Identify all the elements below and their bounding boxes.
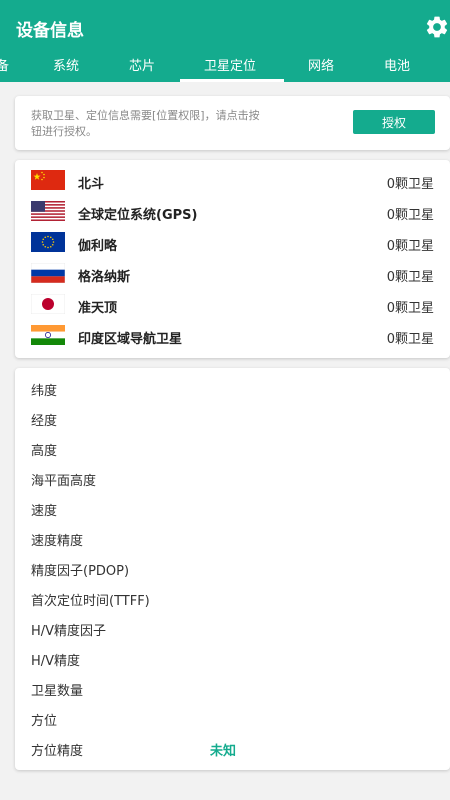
satellite-system-name: 印度区域导航卫星 bbox=[78, 332, 183, 347]
tab-chip[interactable]: 芯片 bbox=[129, 55, 155, 74]
permission-card: 获取卫星、定位信息需要[位置权限]，请点击按钮进行授权。 授权 bbox=[15, 96, 450, 150]
japan-flag-icon bbox=[31, 294, 65, 314]
satellite-count: 0颗卫星 bbox=[386, 301, 434, 316]
location-row-hv-dop: H/V精度因子 bbox=[15, 615, 450, 645]
satellite-count: 0颗卫星 bbox=[386, 208, 434, 223]
tab-satellite-location[interactable]: 卫星定位 bbox=[204, 55, 256, 74]
tab-system[interactable]: 系统 bbox=[53, 55, 79, 74]
satellite-row-gps: 全球定位系统(GPS) 0颗卫星 bbox=[15, 197, 450, 228]
satellite-count: 0颗卫星 bbox=[386, 270, 434, 285]
location-row-longitude: 经度 bbox=[15, 405, 450, 435]
location-row-speed-accuracy: 速度精度 bbox=[15, 525, 450, 555]
satellite-system-name: 全球定位系统(GPS) bbox=[78, 208, 198, 223]
location-row-satellite-count: 卫星数量 bbox=[15, 675, 450, 705]
location-row-latitude: 纬度 bbox=[15, 375, 450, 405]
location-label: 方位 bbox=[31, 714, 58, 729]
location-row-hv-accuracy: H/V精度 bbox=[15, 645, 450, 675]
location-row-ttff: 首次定位时间(TTFF) bbox=[15, 585, 450, 615]
location-row-altitude: 高度 bbox=[15, 435, 450, 465]
location-label: H/V精度因子 bbox=[31, 624, 107, 639]
location-row-bearing-accuracy: 方位精度 未知 bbox=[15, 735, 450, 765]
location-label: 高度 bbox=[31, 444, 58, 459]
satellite-system-name: 北斗 bbox=[78, 177, 105, 192]
tab-indicator bbox=[180, 79, 284, 82]
satellite-system-name: 伽利略 bbox=[78, 239, 118, 254]
app-bar: 设备信息 备 系统 芯片 卫星定位 网络 电池 bbox=[0, 0, 450, 82]
location-info-card: 纬度 经度 高度 海平面高度 速度 速度精度 精度因子(PDOP) 首次定位时间… bbox=[15, 368, 450, 770]
location-label: 卫星数量 bbox=[31, 684, 84, 699]
satellite-card: 北斗 0颗卫星 全球定位系统(GPS) 0颗卫星 伽利略 0颗卫星 格洛纳斯 0… bbox=[15, 160, 450, 358]
usa-flag-icon bbox=[31, 201, 65, 221]
satellite-row-galileo: 伽利略 0颗卫星 bbox=[15, 228, 450, 259]
tab-device[interactable]: 备 bbox=[0, 55, 9, 74]
location-row-sea-level-altitude: 海平面高度 bbox=[15, 465, 450, 495]
satellite-system-name: 格洛纳斯 bbox=[78, 270, 131, 285]
location-row-speed: 速度 bbox=[15, 495, 450, 525]
location-label: 速度 bbox=[31, 504, 58, 519]
tab-bar: 备 系统 芯片 卫星定位 网络 电池 bbox=[0, 48, 450, 82]
satellite-row-navic: 印度区域导航卫星 0颗卫星 bbox=[15, 321, 450, 352]
location-value: 未知 bbox=[210, 744, 237, 759]
india-flag-icon bbox=[31, 325, 65, 345]
china-flag-icon bbox=[31, 170, 65, 190]
location-label: 速度精度 bbox=[31, 534, 84, 549]
location-row-bearing: 方位 bbox=[15, 705, 450, 735]
tab-battery[interactable]: 电池 bbox=[384, 55, 410, 74]
location-label: 纬度 bbox=[31, 384, 58, 399]
satellite-count: 0颗卫星 bbox=[386, 177, 434, 192]
satellite-row-beidou: 北斗 0颗卫星 bbox=[15, 166, 450, 197]
satellite-system-name: 准天顶 bbox=[78, 301, 118, 316]
russia-flag-icon bbox=[31, 263, 65, 283]
gear-icon[interactable] bbox=[424, 14, 450, 40]
location-label: 方位精度 bbox=[31, 744, 84, 759]
location-label: 精度因子(PDOP) bbox=[31, 564, 130, 579]
location-label: 首次定位时间(TTFF) bbox=[31, 594, 150, 609]
location-label: 海平面高度 bbox=[31, 474, 97, 489]
location-label: H/V精度 bbox=[31, 654, 81, 669]
satellite-count: 0颗卫星 bbox=[386, 239, 434, 254]
page-title: 设备信息 bbox=[16, 21, 84, 41]
eu-flag-icon bbox=[31, 232, 65, 252]
permission-message: 获取卫星、定位信息需要[位置权限]，请点击按钮进行授权。 bbox=[31, 109, 260, 138]
location-row-pdop: 精度因子(PDOP) bbox=[15, 555, 450, 585]
location-label: 经度 bbox=[31, 414, 58, 429]
satellite-count: 0颗卫星 bbox=[386, 332, 434, 347]
satellite-row-qzss: 准天顶 0颗卫星 bbox=[15, 290, 450, 321]
authorize-button[interactable]: 授权 bbox=[353, 110, 435, 134]
satellite-row-glonass: 格洛纳斯 0颗卫星 bbox=[15, 259, 450, 290]
tab-network[interactable]: 网络 bbox=[308, 55, 334, 74]
